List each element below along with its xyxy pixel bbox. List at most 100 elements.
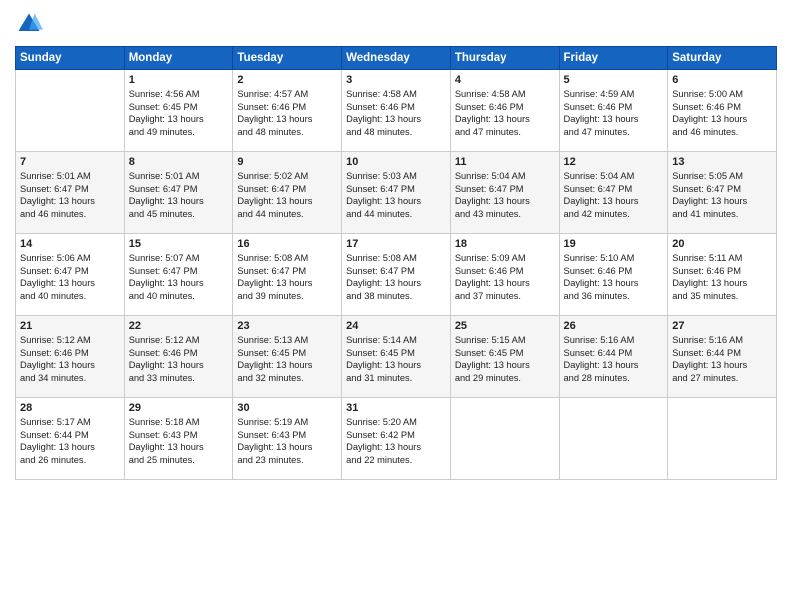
calendar-cell: 8 Sunrise: 5:01 AMSunset: 6:47 PMDaylight… [124, 152, 233, 234]
cell-content: Sunrise: 5:13 AMSunset: 6:45 PMDaylight:… [237, 334, 337, 384]
calendar-cell: 13 Sunrise: 5:05 AMSunset: 6:47 PMDayligh… [668, 152, 777, 234]
week-row-0: 1 Sunrise: 4:56 AMSunset: 6:45 PMDaylight… [16, 70, 777, 152]
day-number: 10 [346, 156, 446, 168]
day-number: 1 [129, 74, 229, 86]
calendar-cell: 5 Sunrise: 4:59 AMSunset: 6:46 PMDaylight… [559, 70, 668, 152]
page-container: SundayMondayTuesdayWednesdayThursdayFrid… [0, 0, 792, 485]
logo [15, 10, 47, 38]
header-wednesday: Wednesday [342, 47, 451, 70]
calendar-cell: 15 Sunrise: 5:07 AMSunset: 6:47 PMDayligh… [124, 234, 233, 316]
cell-content: Sunrise: 5:12 AMSunset: 6:46 PMDaylight:… [20, 334, 120, 384]
cell-content: Sunrise: 4:59 AMSunset: 6:46 PMDaylight:… [564, 88, 664, 138]
calendar-cell: 11 Sunrise: 5:04 AMSunset: 6:47 PMDayligh… [450, 152, 559, 234]
day-number: 7 [20, 156, 120, 168]
calendar-cell: 27 Sunrise: 5:16 AMSunset: 6:44 PMDayligh… [668, 316, 777, 398]
day-number: 31 [346, 402, 446, 414]
header-monday: Monday [124, 47, 233, 70]
day-number: 16 [237, 238, 337, 250]
header-thursday: Thursday [450, 47, 559, 70]
day-number: 15 [129, 238, 229, 250]
cell-content: Sunrise: 5:14 AMSunset: 6:45 PMDaylight:… [346, 334, 446, 384]
day-number: 23 [237, 320, 337, 332]
day-number: 5 [564, 74, 664, 86]
cell-content: Sunrise: 5:05 AMSunset: 6:47 PMDaylight:… [672, 170, 772, 220]
calendar-table: SundayMondayTuesdayWednesdayThursdayFrid… [15, 46, 777, 480]
calendar-header-row: SundayMondayTuesdayWednesdayThursdayFrid… [16, 47, 777, 70]
cell-content: Sunrise: 5:01 AMSunset: 6:47 PMDaylight:… [20, 170, 120, 220]
day-number: 13 [672, 156, 772, 168]
cell-content: Sunrise: 5:09 AMSunset: 6:46 PMDaylight:… [455, 252, 555, 302]
calendar-cell: 7 Sunrise: 5:01 AMSunset: 6:47 PMDaylight… [16, 152, 125, 234]
calendar-cell: 4 Sunrise: 4:58 AMSunset: 6:46 PMDaylight… [450, 70, 559, 152]
day-number: 17 [346, 238, 446, 250]
day-number: 25 [455, 320, 555, 332]
day-number: 26 [564, 320, 664, 332]
calendar-cell: 1 Sunrise: 4:56 AMSunset: 6:45 PMDaylight… [124, 70, 233, 152]
cell-content: Sunrise: 5:16 AMSunset: 6:44 PMDaylight:… [564, 334, 664, 384]
header-sunday: Sunday [16, 47, 125, 70]
calendar-cell: 10 Sunrise: 5:03 AMSunset: 6:47 PMDayligh… [342, 152, 451, 234]
cell-content: Sunrise: 5:01 AMSunset: 6:47 PMDaylight:… [129, 170, 229, 220]
day-number: 30 [237, 402, 337, 414]
calendar-cell: 31Sunrise: 5:20 AMSunset: 6:42 PMDayligh… [342, 398, 451, 480]
day-number: 19 [564, 238, 664, 250]
calendar-cell: 18 Sunrise: 5:09 AMSunset: 6:46 PMDayligh… [450, 234, 559, 316]
calendar-cell: 16 Sunrise: 5:08 AMSunset: 6:47 PMDayligh… [233, 234, 342, 316]
week-row-4: 28Sunrise: 5:17 AMSunset: 6:44 PMDayligh… [16, 398, 777, 480]
day-number: 29 [129, 402, 229, 414]
calendar-cell: 21Sunrise: 5:12 AMSunset: 6:46 PMDayligh… [16, 316, 125, 398]
calendar-cell: 20Sunrise: 5:11 AMSunset: 6:46 PMDayligh… [668, 234, 777, 316]
header-friday: Friday [559, 47, 668, 70]
day-number: 11 [455, 156, 555, 168]
calendar-cell: 24 Sunrise: 5:14 AMSunset: 6:45 PMDayligh… [342, 316, 451, 398]
cell-content: Sunrise: 5:08 AMSunset: 6:47 PMDaylight:… [237, 252, 337, 302]
cell-content: Sunrise: 5:02 AMSunset: 6:47 PMDaylight:… [237, 170, 337, 220]
cell-content: Sunrise: 5:06 AMSunset: 6:47 PMDaylight:… [20, 252, 120, 302]
calendar-cell [16, 70, 125, 152]
cell-content: Sunrise: 5:04 AMSunset: 6:47 PMDaylight:… [455, 170, 555, 220]
calendar-cell: 3 Sunrise: 4:58 AMSunset: 6:46 PMDaylight… [342, 70, 451, 152]
cell-content: Sunrise: 5:07 AMSunset: 6:47 PMDaylight:… [129, 252, 229, 302]
day-number: 12 [564, 156, 664, 168]
calendar-cell [559, 398, 668, 480]
day-number: 24 [346, 320, 446, 332]
day-number: 9 [237, 156, 337, 168]
calendar-cell: 22Sunrise: 5:12 AMSunset: 6:46 PMDayligh… [124, 316, 233, 398]
cell-content: Sunrise: 5:16 AMSunset: 6:44 PMDaylight:… [672, 334, 772, 384]
day-number: 14 [20, 238, 120, 250]
week-row-1: 7 Sunrise: 5:01 AMSunset: 6:47 PMDaylight… [16, 152, 777, 234]
cell-content: Sunrise: 4:58 AMSunset: 6:46 PMDaylight:… [346, 88, 446, 138]
cell-content: Sunrise: 5:08 AMSunset: 6:47 PMDaylight:… [346, 252, 446, 302]
calendar-cell [668, 398, 777, 480]
cell-content: Sunrise: 5:00 AMSunset: 6:46 PMDaylight:… [672, 88, 772, 138]
cell-content: Sunrise: 5:10 AMSunset: 6:46 PMDaylight:… [564, 252, 664, 302]
day-number: 20 [672, 238, 772, 250]
calendar-cell: 29Sunrise: 5:18 AMSunset: 6:43 PMDayligh… [124, 398, 233, 480]
day-number: 27 [672, 320, 772, 332]
cell-content: Sunrise: 5:03 AMSunset: 6:47 PMDaylight:… [346, 170, 446, 220]
cell-content: Sunrise: 5:04 AMSunset: 6:47 PMDaylight:… [564, 170, 664, 220]
calendar-cell: 23 Sunrise: 5:13 AMSunset: 6:45 PMDayligh… [233, 316, 342, 398]
week-row-3: 21Sunrise: 5:12 AMSunset: 6:46 PMDayligh… [16, 316, 777, 398]
calendar-cell: 6Sunrise: 5:00 AMSunset: 6:46 PMDaylight… [668, 70, 777, 152]
calendar-cell [450, 398, 559, 480]
cell-content: Sunrise: 4:58 AMSunset: 6:46 PMDaylight:… [455, 88, 555, 138]
cell-content: Sunrise: 5:19 AMSunset: 6:43 PMDaylight:… [237, 416, 337, 466]
cell-content: Sunrise: 4:57 AMSunset: 6:46 PMDaylight:… [237, 88, 337, 138]
week-row-2: 14 Sunrise: 5:06 AMSunset: 6:47 PMDayligh… [16, 234, 777, 316]
calendar-cell: 14 Sunrise: 5:06 AMSunset: 6:47 PMDayligh… [16, 234, 125, 316]
day-number: 3 [346, 74, 446, 86]
calendar-cell: 19 Sunrise: 5:10 AMSunset: 6:46 PMDayligh… [559, 234, 668, 316]
day-number: 28 [20, 402, 120, 414]
day-number: 18 [455, 238, 555, 250]
cell-content: Sunrise: 5:15 AMSunset: 6:45 PMDaylight:… [455, 334, 555, 384]
header-saturday: Saturday [668, 47, 777, 70]
day-number: 22 [129, 320, 229, 332]
day-number: 4 [455, 74, 555, 86]
calendar-cell: 26 Sunrise: 5:16 AMSunset: 6:44 PMDayligh… [559, 316, 668, 398]
cell-content: Sunrise: 4:56 AMSunset: 6:45 PMDaylight:… [129, 88, 229, 138]
calendar-cell: 12 Sunrise: 5:04 AMSunset: 6:47 PMDayligh… [559, 152, 668, 234]
calendar-cell: 2 Sunrise: 4:57 AMSunset: 6:46 PMDaylight… [233, 70, 342, 152]
day-number: 8 [129, 156, 229, 168]
day-number: 2 [237, 74, 337, 86]
